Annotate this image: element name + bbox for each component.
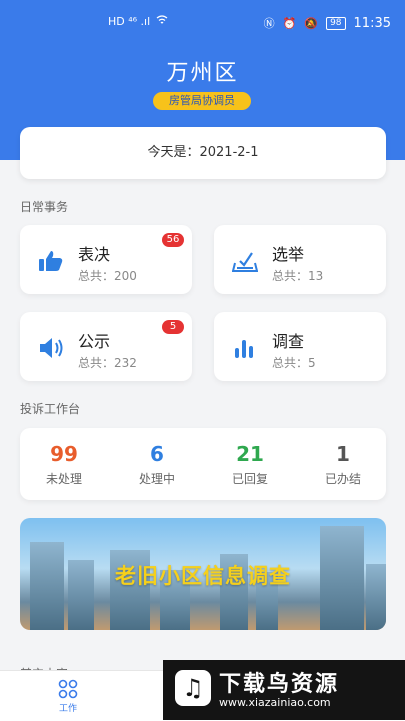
complaint-stats-card: 99 未处理 6 处理中 21 已回复 1 已办结 [20, 428, 386, 500]
tile-survey[interactable]: 调查 总共：5 [214, 312, 386, 381]
status-bar: HD ⁴⁶ .ıl Ⓝ ⏰ 🔕 98 11:35 [0, 0, 405, 40]
watermark-text: 下载鸟资源 [219, 672, 340, 697]
banner-text: 老旧小区信息调查 [115, 564, 291, 588]
tile-vote[interactable]: 表决 总共：200 56 [20, 225, 192, 294]
stat-label: 处理中 [138, 472, 175, 486]
stat-label: 已办结 [324, 472, 361, 486]
stat-closed[interactable]: 1 已办结 [299, 442, 387, 487]
tile-name: 选举 [272, 245, 305, 264]
tab-work[interactable]: 工作 [46, 679, 90, 714]
stat-number: 6 [150, 442, 164, 466]
signal-text: HD ⁴⁶ .ıl [108, 15, 151, 28]
role-badge: 房管局协调员 [153, 92, 251, 110]
tile-count: 总共：232 [78, 356, 137, 370]
tile-name: 公示 [78, 332, 111, 351]
tab-label: 工作 [58, 704, 77, 714]
tile-election[interactable]: 选举 总共：13 [214, 225, 386, 294]
stat-unprocessed[interactable]: 99 未处理 [20, 442, 108, 487]
tile-name: 调查 [272, 332, 305, 351]
survey-banner[interactable]: 老旧小区信息调查 [20, 518, 386, 630]
page-title: 万州区 [166, 61, 239, 86]
section-title-complaints: 投诉工作台 [20, 402, 81, 416]
status-signal: HD ⁴⁶ .ıl [108, 15, 168, 28]
stat-number: 21 [236, 442, 264, 466]
stat-label: 已回复 [231, 472, 268, 486]
unread-badge: 56 [162, 233, 184, 247]
tile-count: 总共：200 [78, 269, 137, 283]
bar-chart-icon [232, 336, 256, 360]
status-right: Ⓝ ⏰ 🔕 98 11:35 [264, 15, 391, 31]
stat-number: 1 [336, 442, 350, 466]
watermark: ♫ 下载鸟资源 www.xiazainiao.com [163, 660, 405, 720]
tile-count: 总共：5 [272, 356, 316, 370]
stat-replied[interactable]: 21 已回复 [206, 442, 294, 487]
battery-icon: 98 [326, 16, 346, 30]
wifi-icon [156, 15, 168, 28]
alarm-icon: ⏰ [282, 16, 297, 30]
watermark-url: www.xiazainiao.com [219, 696, 331, 709]
thumbs-up-icon [38, 249, 63, 273]
date-card: 今天是：2021-2-1 [20, 127, 386, 179]
grid-icon [57, 679, 79, 699]
ballot-box-icon [231, 249, 259, 273]
tile-notice[interactable]: 公示 总共：232 5 [20, 312, 192, 381]
clock: 11:35 [353, 15, 391, 31]
unread-badge: 5 [162, 320, 184, 334]
speaker-icon [38, 336, 63, 360]
section-title-daily: 日常事务 [20, 200, 69, 214]
stat-processing[interactable]: 6 处理中 [113, 442, 201, 487]
watermark-logo: ♫ [175, 670, 211, 706]
tile-count: 总共：13 [272, 269, 324, 283]
mute-icon: 🔕 [304, 16, 319, 30]
stat-label: 未处理 [45, 472, 82, 486]
stat-number: 99 [50, 442, 78, 466]
tile-name: 表决 [78, 245, 111, 264]
nfc-icon: Ⓝ [263, 17, 275, 30]
